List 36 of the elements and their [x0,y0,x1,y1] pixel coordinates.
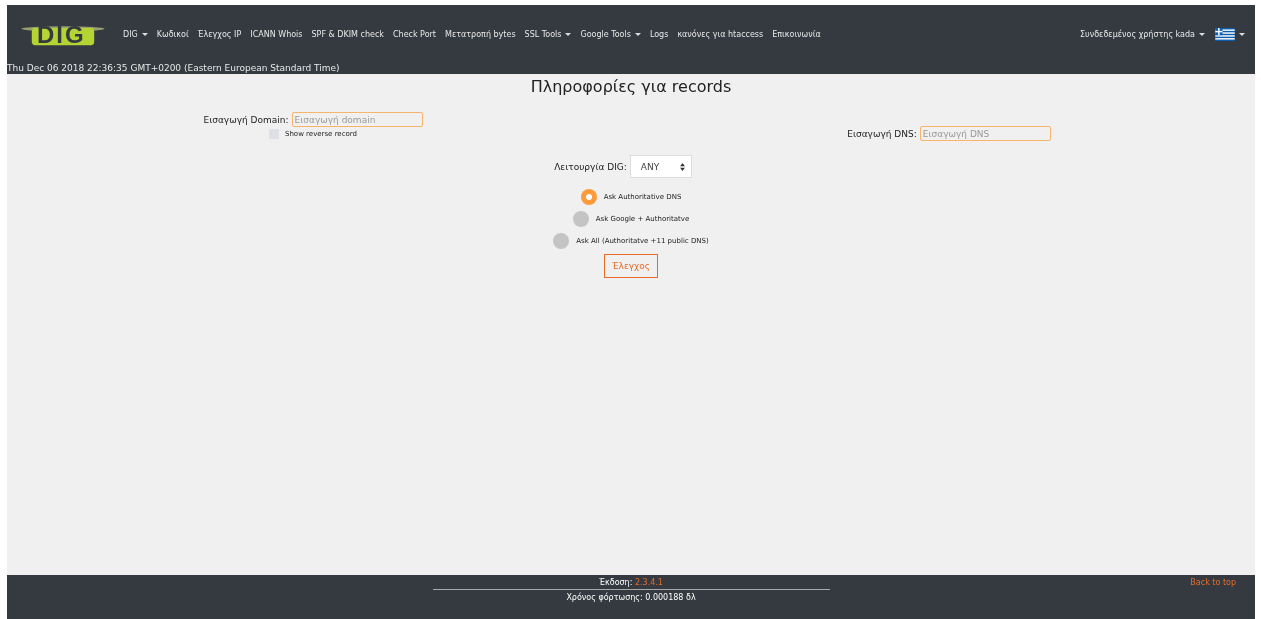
nav-link[interactable]: DIG [123,29,148,39]
nav-link[interactable]: SPF & DKIM check [311,29,384,39]
mode-label: Λειτουργία DIG: [554,161,627,172]
caret-icon [1199,32,1205,36]
load-time-text: Χρόνος φόρτωσης: 0.000188 δλ [566,592,696,603]
nav-link[interactable]: SSL Tools [524,29,572,39]
nav-link[interactable]: Κωδικοί [156,29,189,39]
nav-link[interactable]: ICANN Whois [250,29,303,39]
nav-link[interactable]: Μετατροπή bytes [445,29,516,39]
radio-button[interactable] [553,233,570,249]
nav-link[interactable]: Logs [649,29,669,39]
nav-link[interactable]: κανόνες για htaccess [677,29,764,39]
domain-field[interactable]: Εισαγωγή domain [291,112,423,127]
radio-button[interactable] [580,189,597,205]
nav-link[interactable]: Check Port [392,29,436,39]
flag-icon [1215,27,1235,41]
version-text: Έκδοση: 2.3.4.1 [599,577,663,588]
nav-link[interactable]: Επικοινωνία [772,29,821,39]
caret-icon [141,32,148,36]
date-time: Thu Dec 06 2018 22:36:35 GMT+0200 (Eastern European Standard Time) [7,63,341,74]
caret-icon [565,32,572,36]
back-to-top-link[interactable]: Back to top [1190,578,1236,587]
nav-link[interactable]: Έλεγχος IP [197,29,242,39]
radio-button[interactable] [572,211,589,227]
language-menu[interactable] [1215,27,1245,41]
dns-label: Εισαγωγή DNS: [847,128,917,139]
dns-field[interactable]: Εισαγωγή DNS [919,126,1051,141]
caret-icon [1239,32,1245,36]
mode-select[interactable]: ANY [629,155,692,178]
logo-text[interactable]: DIG [37,21,86,49]
domain-label: Εισαγωγή Domain: [203,114,289,125]
sort-arrows-icon [679,162,685,171]
page-title: Πληροφορίες για records [530,77,732,96]
user-menu[interactable]: Συνδεδεμένος χρήστης kada [1080,29,1205,39]
caret-icon [634,32,641,36]
nav-link[interactable]: Google Tools [580,29,641,39]
